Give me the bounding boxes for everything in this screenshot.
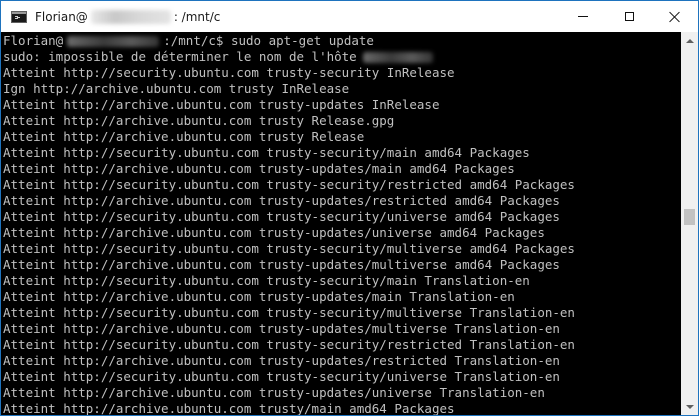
output-line: Atteint http://security.ubuntu.com trust… xyxy=(3,369,560,384)
title-user: Florian@ xyxy=(35,9,88,24)
scrollbar-thumb[interactable] xyxy=(684,209,695,225)
output-line: Atteint http://archive.ubuntu.com trusty… xyxy=(3,257,560,272)
output-line: Atteint http://archive.ubuntu.com trusty… xyxy=(3,193,560,208)
close-button[interactable] xyxy=(652,1,698,32)
output-line: Atteint http://security.ubuntu.com trust… xyxy=(3,273,530,288)
terminal-output[interactable]: Florian@ :/mnt/c$ sudo apt-get update sud… xyxy=(1,32,681,415)
title-path: : /mnt/c xyxy=(173,9,221,24)
redacted-hostname xyxy=(362,52,433,63)
prompt-line: Florian@ :/mnt/c$ sudo apt-get update xyxy=(3,33,681,49)
chevron-up-icon xyxy=(685,38,694,43)
minimize-icon xyxy=(578,16,588,17)
command-text: sudo apt-get update xyxy=(230,33,374,48)
output-line: Atteint http://archive.ubuntu.com trusty… xyxy=(3,113,395,128)
output-line: Atteint http://security.ubuntu.com trust… xyxy=(3,65,455,80)
minimize-button[interactable] xyxy=(560,1,606,32)
output-line: Atteint http://security.ubuntu.com trust… xyxy=(3,241,575,256)
prompt-user: Florian@ xyxy=(3,33,64,48)
output-line: Atteint http://security.ubuntu.com trust… xyxy=(3,177,575,192)
window-controls xyxy=(560,1,698,32)
output-line: Atteint http://archive.ubuntu.com trusty… xyxy=(3,97,440,112)
output-line: Ign http://archive.ubuntu.com trusty InR… xyxy=(3,81,350,96)
prompt-path: :/mnt/c$ xyxy=(163,33,231,48)
redacted-hostname xyxy=(67,36,160,47)
chevron-down-icon xyxy=(685,404,694,409)
output-line: Atteint http://archive.ubuntu.com trusty… xyxy=(3,385,545,400)
output-line: Atteint http://security.ubuntu.com trust… xyxy=(3,145,530,160)
sudo-warning: sudo: impossible de déterminer le nom de… xyxy=(3,49,357,64)
title-bar[interactable]: Florian@ : /mnt/c xyxy=(1,1,698,33)
sudo-warning-line: sudo: impossible de déterminer le nom de… xyxy=(3,49,681,65)
maximize-icon xyxy=(624,12,634,21)
output-line: Atteint http://archive.ubuntu.com trusty… xyxy=(3,129,365,144)
maximize-button[interactable] xyxy=(606,1,652,32)
output-line: Atteint http://archive.ubuntu.com trusty… xyxy=(3,289,515,304)
output-line: Atteint http://archive.ubuntu.com trusty… xyxy=(3,225,545,240)
output-line: Atteint http://archive.ubuntu.com trusty… xyxy=(3,353,560,368)
output-line: Atteint http://archive.ubuntu.com trusty… xyxy=(3,401,455,415)
output-line: Atteint http://security.ubuntu.com trust… xyxy=(3,209,560,224)
output-line: Atteint http://archive.ubuntu.com trusty… xyxy=(3,321,560,336)
terminal-icon[interactable] xyxy=(11,10,27,23)
scroll-up-button[interactable] xyxy=(681,32,698,49)
terminal-window: Florian@ : /mnt/c Florian@ :/mnt/c$ sudo … xyxy=(0,0,699,416)
vertical-scrollbar[interactable] xyxy=(681,32,698,415)
window-title: Florian@ : /mnt/c xyxy=(35,9,221,24)
close-icon xyxy=(669,11,681,23)
redacted-hostname xyxy=(90,9,171,24)
scroll-down-button[interactable] xyxy=(681,398,698,415)
output-line: Atteint http://security.ubuntu.com trust… xyxy=(3,337,575,352)
output-lines: Atteint http://security.ubuntu.com trust… xyxy=(3,65,681,415)
output-line: Atteint http://archive.ubuntu.com trusty… xyxy=(3,161,515,176)
output-line: Atteint http://security.ubuntu.com trust… xyxy=(3,305,575,320)
